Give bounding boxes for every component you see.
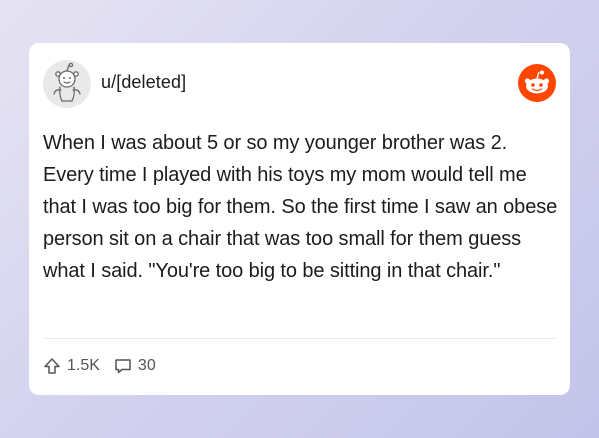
comments-button[interactable]: 30 xyxy=(114,357,156,375)
divider xyxy=(43,338,556,339)
upvote-button[interactable]: 1.5K xyxy=(43,357,100,375)
snoo-avatar-icon[interactable] xyxy=(43,60,91,108)
comment-count: 30 xyxy=(137,357,156,374)
post-card: u/[deleted] When I was about 5 or so my … xyxy=(29,43,570,395)
post-actions: 1.5K 30 xyxy=(43,357,170,375)
post-body: When I was about 5 or so my younger brot… xyxy=(43,132,558,282)
comment-bubble-icon xyxy=(115,359,131,374)
upvote-count: 1.5K xyxy=(67,357,100,374)
reddit-logo-icon xyxy=(518,64,556,102)
username[interactable]: u/[deleted] xyxy=(101,72,186,93)
upvote-arrow-icon xyxy=(44,358,60,374)
